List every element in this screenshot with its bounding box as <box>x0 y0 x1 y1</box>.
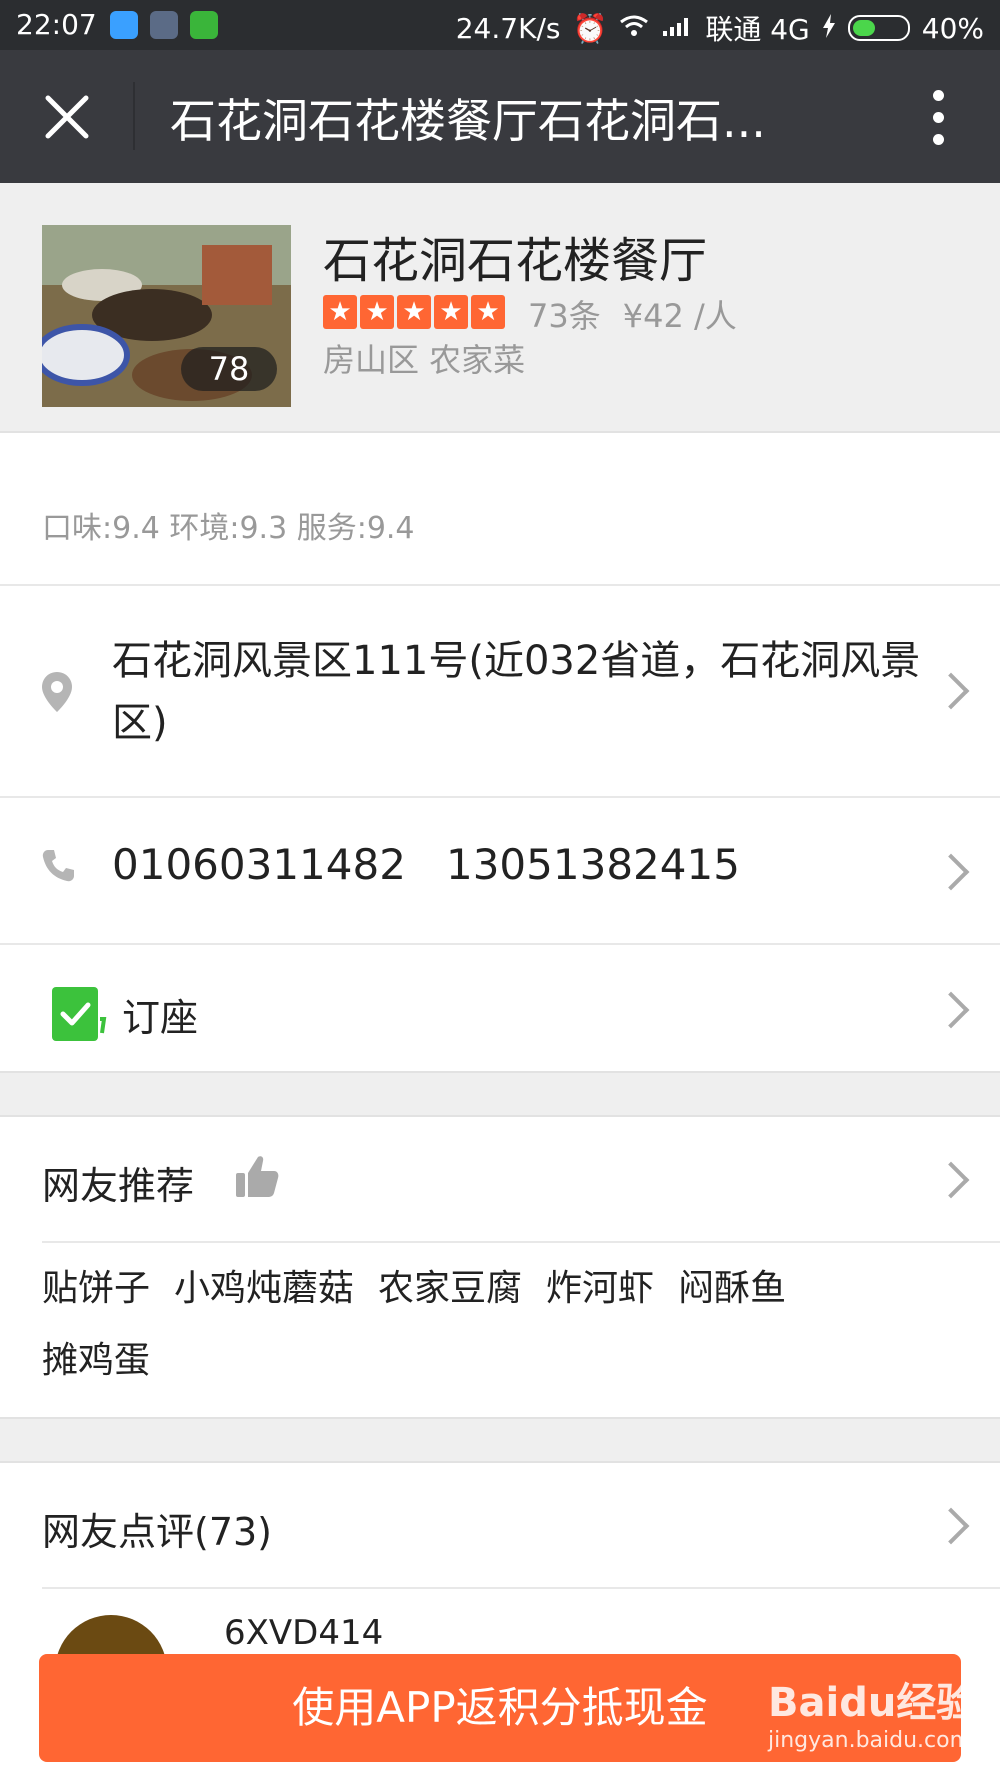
shop-name: 石花洞石花楼餐厅 <box>323 233 708 289</box>
section-gap <box>0 1071 1000 1117</box>
section-gap <box>0 1417 1000 1463</box>
divider <box>42 1587 1000 1589</box>
dish-tag[interactable]: 农家豆腐 <box>378 1253 522 1325</box>
shop-meta: 73条 ¥42 /人 <box>528 291 759 337</box>
scissors-app-icon <box>150 11 178 39</box>
charging-icon <box>822 12 836 45</box>
address-text: 石花洞风景区111号(近032省道，石花洞风景区) <box>112 638 921 746</box>
chevron-right-icon <box>932 1161 970 1199</box>
score-breakdown: 口味:9.4 环境:9.3 服务:9.4 <box>42 511 415 546</box>
reviews-title: 网友点评(73) <box>42 1510 273 1554</box>
watermark-url: jingyan.baidu.com <box>768 1728 972 1753</box>
reserve-label: 订座 <box>122 996 199 1040</box>
battery-icon <box>847 15 910 41</box>
avg-price: ¥42 /人 <box>622 297 737 335</box>
page-title: 石花洞石花楼餐厅石花洞石... <box>170 94 766 148</box>
more-icon[interactable] <box>933 90 945 146</box>
location-pin-icon <box>40 670 74 718</box>
dish-tag[interactable]: 摊鸡蛋 <box>42 1325 150 1397</box>
star-rating: ★ ★ ★ ★ ★ <box>323 295 505 329</box>
cat-app-icon <box>190 11 218 39</box>
dish-tag[interactable]: 闷酥鱼 <box>678 1253 786 1325</box>
dish-tag[interactable]: 贴饼子 <box>42 1253 150 1325</box>
chevron-right-icon <box>932 991 970 1029</box>
chevron-right-icon <box>932 1507 970 1545</box>
chevron-right-icon <box>932 672 970 710</box>
browser-app-icon <box>110 11 138 39</box>
shop-photo[interactable]: 78 <box>42 225 291 407</box>
close-icon[interactable] <box>42 92 92 142</box>
dish-tag[interactable]: 小鸡炖蘑菇 <box>174 1253 354 1325</box>
title-bar: 石花洞石花楼餐厅石花洞石... <box>0 50 1000 183</box>
review-username[interactable]: 6XVD414 <box>224 1613 383 1653</box>
signal-icon <box>661 12 693 45</box>
shop-header: 78 石花洞石花楼餐厅 ★ ★ ★ ★ ★ 73条 ¥42 /人 房山区 农家菜 <box>0 183 1000 433</box>
watermark-brand: Baidu经验 <box>768 1680 977 1726</box>
recommend-title: 网友推荐 <box>42 1164 195 1208</box>
check-icon <box>52 987 108 1045</box>
recommend-section: 网友推荐 贴饼子 小鸡炖蘑菇 农家豆腐 炸河虾 闷酥鱼摊鸡蛋 <box>0 1117 1000 1417</box>
status-time: 22:07 <box>16 8 97 41</box>
star-icon: ★ <box>434 295 468 329</box>
wifi-icon <box>619 12 649 45</box>
star-icon: ★ <box>397 295 431 329</box>
carrier: 联通 4G <box>705 13 810 46</box>
phone-row[interactable]: 01060311482 13051382415 <box>0 796 1000 943</box>
watermark: Baidu经验 jingyan.baidu.com <box>768 1670 976 1753</box>
chevron-right-icon <box>932 853 970 891</box>
title-divider <box>133 82 135 150</box>
recommend-header[interactable]: 网友推荐 <box>0 1117 1000 1241</box>
phone-icon <box>40 848 76 888</box>
star-icon: ★ <box>360 295 394 329</box>
reviews-header[interactable]: 网友点评(73) <box>0 1463 1000 1587</box>
divider <box>42 1241 1000 1243</box>
address-row[interactable]: 石花洞风景区111号(近032省道，石花洞风景区) <box>0 584 1000 796</box>
review-count: 73条 <box>528 297 601 335</box>
reserve-row[interactable]: 订座 <box>0 943 1000 1071</box>
thumbs-up-icon <box>234 1153 280 1203</box>
star-icon: ★ <box>471 295 505 329</box>
photo-count: 78 <box>181 347 277 391</box>
net-speed: 24.7K/s <box>455 11 561 45</box>
alarm-icon: ⏰ <box>572 11 608 45</box>
status-bar: 22:07 24.7K/s ⏰ 联通 4G 40% <box>0 0 1000 50</box>
star-icon: ★ <box>323 295 357 329</box>
dish-tag[interactable]: 炸河虾 <box>546 1253 654 1325</box>
dish-list: 贴饼子 小鸡炖蘑菇 农家豆腐 炸河虾 闷酥鱼摊鸡蛋 <box>42 1253 942 1397</box>
phone-text: 01060311482 13051382415 <box>112 840 740 889</box>
battery-percent: 40% <box>921 11 984 45</box>
shop-district: 房山区 农家菜 <box>323 341 526 379</box>
